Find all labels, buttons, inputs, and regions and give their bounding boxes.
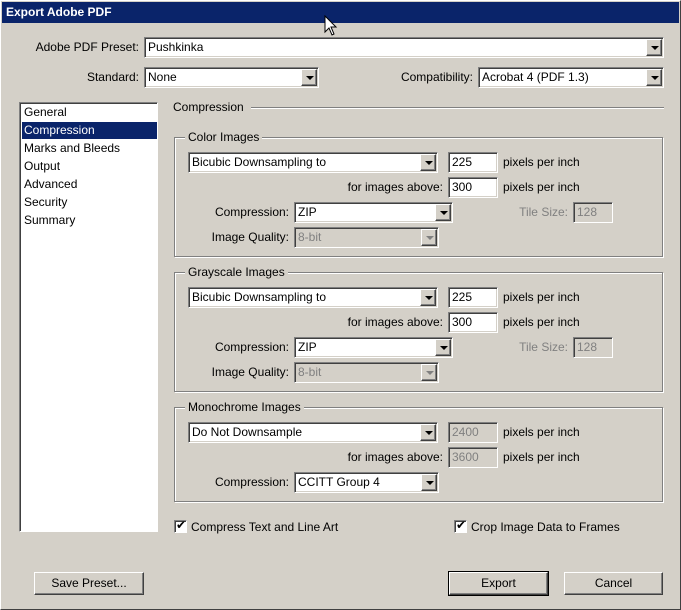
compress-text-checkbox[interactable]: ✔ xyxy=(174,518,187,533)
color-quality-value: 8-bit xyxy=(298,230,322,244)
cancel-button[interactable]: Cancel xyxy=(564,572,663,595)
gray-downsample-value: Bicubic Downsampling to xyxy=(192,290,327,304)
color-compression-value: ZIP xyxy=(298,205,317,219)
mono-above-label: for images above: xyxy=(347,450,443,464)
chevron-down-icon[interactable] xyxy=(301,69,317,86)
panel-title-divider xyxy=(251,107,664,109)
sidebar-item-security[interactable]: Security xyxy=(22,194,157,211)
sidebar-item-marks-and-bleeds[interactable]: Marks and Bleeds xyxy=(22,140,157,157)
chevron-down-icon[interactable] xyxy=(420,154,436,171)
preset-select[interactable]: Pushkinka xyxy=(144,37,664,58)
monochrome-images-title: Monochrome Images xyxy=(185,400,304,414)
gray-above-input[interactable]: 300 xyxy=(448,312,498,333)
standard-label: Standard: xyxy=(86,70,139,84)
gray-quality-value: 8-bit xyxy=(298,365,322,379)
color-tile-input[interactable]: 128 xyxy=(573,202,613,223)
compatibility-value: Acrobat 4 (PDF 1.3) xyxy=(482,70,589,84)
mono-ppi-input[interactable]: 2400 xyxy=(448,422,498,443)
color-above-unit: pixels per inch xyxy=(503,180,580,194)
gray-quality-label: Image Quality: xyxy=(211,365,289,379)
chevron-down-icon[interactable] xyxy=(421,474,437,491)
color-above-label: for images above: xyxy=(347,180,443,194)
mono-ppi-unit: pixels per inch xyxy=(503,425,580,439)
sidebar-item-compression[interactable]: Compression xyxy=(22,122,157,139)
mono-above-unit: pixels per inch xyxy=(503,450,580,464)
compress-text-label[interactable]: Compress Text and Line Art xyxy=(191,517,338,537)
color-images-title: Color Images xyxy=(185,130,263,144)
grayscale-images-title: Grayscale Images xyxy=(185,265,288,279)
gray-ppi-unit: pixels per inch xyxy=(503,290,580,304)
mono-downsample-select[interactable]: Do Not Downsample xyxy=(188,422,438,443)
gray-quality-select[interactable]: 8-bit xyxy=(294,362,439,383)
gray-compression-select[interactable]: ZIP xyxy=(294,337,453,358)
save-preset-button[interactable]: Save Preset... xyxy=(34,572,144,595)
gray-compression-label: Compression: xyxy=(214,340,289,354)
crop-image-checkbox[interactable]: ✔ xyxy=(454,518,467,533)
chevron-down-icon[interactable] xyxy=(435,339,451,356)
standard-value: None xyxy=(148,70,177,84)
category-list: General Compression Marks and Bleeds Out… xyxy=(19,102,158,532)
gray-compression-value: ZIP xyxy=(298,340,317,354)
chevron-down-icon[interactable] xyxy=(420,424,436,441)
check-icon: ✔ xyxy=(176,518,187,532)
gray-tile-input[interactable]: 128 xyxy=(573,337,613,358)
color-downsample-select[interactable]: Bicubic Downsampling to xyxy=(188,152,438,173)
chevron-down-icon[interactable] xyxy=(646,69,662,86)
chevron-down-icon[interactable] xyxy=(435,204,451,221)
gray-tile-label: Tile Size: xyxy=(519,340,568,354)
color-ppi-input[interactable]: 225 xyxy=(448,152,498,173)
gray-downsample-select[interactable]: Bicubic Downsampling to xyxy=(188,287,438,308)
sidebar-item-general[interactable]: General xyxy=(22,104,157,121)
color-compression-select[interactable]: ZIP xyxy=(294,202,453,223)
chevron-down-icon[interactable] xyxy=(421,364,437,381)
standard-select[interactable]: None xyxy=(144,67,319,88)
color-downsample-value: Bicubic Downsampling to xyxy=(192,155,327,169)
color-quality-label: Image Quality: xyxy=(211,230,289,244)
dialog-title: Export Adobe PDF xyxy=(2,2,679,23)
mono-compression-select[interactable]: CCITT Group 4 xyxy=(294,472,439,493)
gray-above-unit: pixels per inch xyxy=(503,315,580,329)
export-button[interactable]: Export xyxy=(448,571,549,596)
color-quality-select[interactable]: 8-bit xyxy=(294,227,439,248)
gray-above-label: for images above: xyxy=(347,315,443,329)
preset-value: Pushkinka xyxy=(148,40,204,54)
preset-label: Adobe PDF Preset: xyxy=(35,40,139,54)
mono-compression-label: Compression: xyxy=(214,475,289,489)
color-compression-label: Compression: xyxy=(214,205,289,219)
chevron-down-icon[interactable] xyxy=(420,289,436,306)
compatibility-select[interactable]: Acrobat 4 (PDF 1.3) xyxy=(478,67,664,88)
color-tile-label: Tile Size: xyxy=(519,205,568,219)
panel-title: Compression xyxy=(173,100,244,114)
chevron-down-icon[interactable] xyxy=(421,229,437,246)
color-above-input[interactable]: 300 xyxy=(448,177,498,198)
chevron-down-icon[interactable] xyxy=(646,39,662,56)
color-ppi-unit: pixels per inch xyxy=(503,155,580,169)
crop-image-label[interactable]: Crop Image Data to Frames xyxy=(471,517,620,537)
mono-above-input[interactable]: 3600 xyxy=(448,447,498,468)
sidebar-item-output[interactable]: Output xyxy=(22,158,157,175)
compatibility-label: Compatibility: xyxy=(400,70,473,84)
mono-compression-value: CCITT Group 4 xyxy=(298,475,380,489)
export-pdf-dialog: Export Adobe PDF Adobe PDF Preset: Pushk… xyxy=(0,0,681,610)
check-icon: ✔ xyxy=(456,518,467,532)
mono-downsample-value: Do Not Downsample xyxy=(192,425,303,439)
sidebar-item-advanced[interactable]: Advanced xyxy=(22,176,157,193)
gray-ppi-input[interactable]: 225 xyxy=(448,287,498,308)
mouse-cursor-icon xyxy=(324,15,338,36)
sidebar-item-summary[interactable]: Summary xyxy=(22,212,157,229)
